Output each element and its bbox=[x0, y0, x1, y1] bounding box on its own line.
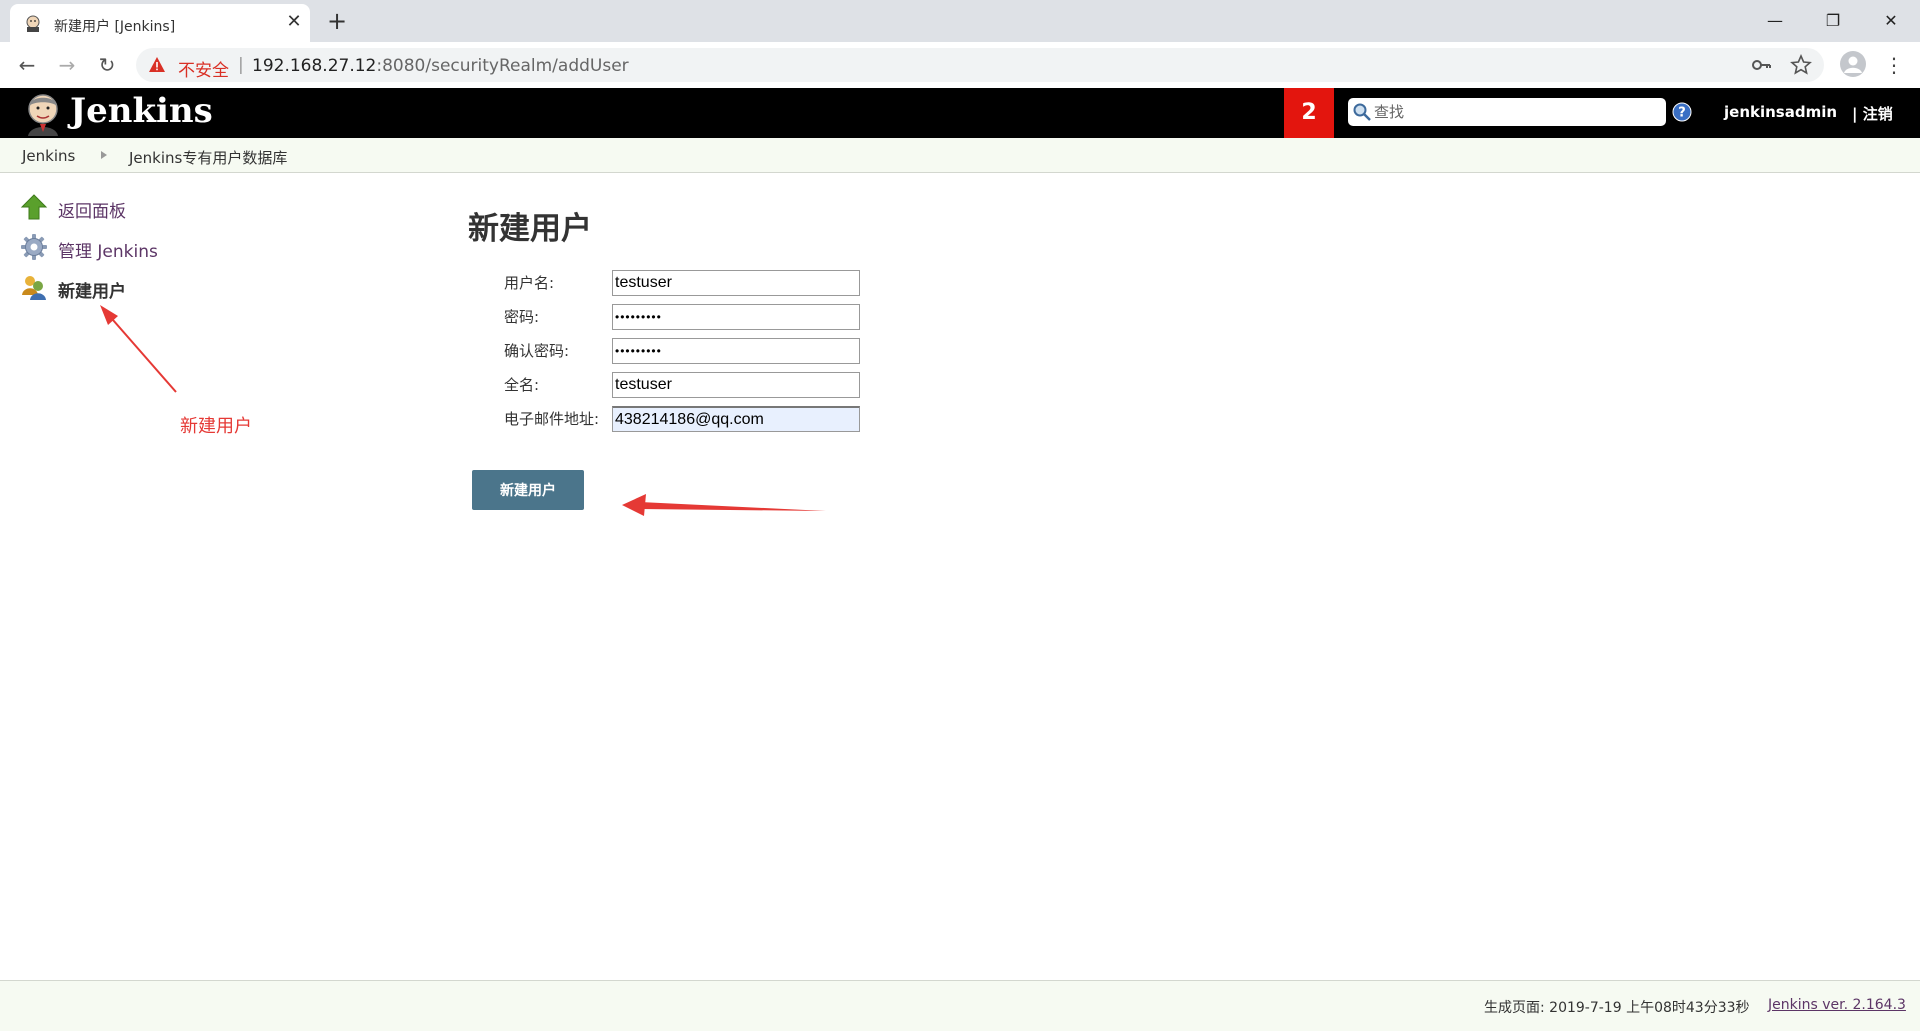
browser-tab[interactable]: 新建用户 [Jenkins] ✕ bbox=[10, 4, 310, 42]
annotation-label: 新建用户 bbox=[180, 416, 252, 437]
username-link[interactable]: jenkinsadmin bbox=[1724, 103, 1837, 121]
breadcrumb-jenkins[interactable]: Jenkins bbox=[22, 147, 75, 165]
fullname-label: 全名: bbox=[504, 376, 540, 394]
minimize-button[interactable]: — bbox=[1752, 6, 1798, 36]
search-input[interactable] bbox=[1374, 100, 1658, 124]
url-separator: | bbox=[238, 55, 244, 75]
bookmark-star-icon[interactable] bbox=[1790, 54, 1812, 76]
svg-text:?: ? bbox=[1678, 106, 1686, 121]
logout-link[interactable]: | 注销 bbox=[1852, 103, 1893, 124]
password-field[interactable]: ••••••••• bbox=[612, 304, 860, 330]
email-field[interactable]: 438214186@qq.com bbox=[612, 406, 860, 432]
person-icon bbox=[1844, 56, 1862, 73]
gear-icon bbox=[21, 234, 47, 260]
url-host: 192.168.27.12 bbox=[252, 56, 377, 76]
sidebar-item-label[interactable]: 新建用户 bbox=[58, 277, 126, 302]
breadcrumb-user-db[interactable]: Jenkins专有用户数据库 bbox=[129, 147, 287, 168]
new-tab-button[interactable]: + bbox=[322, 6, 352, 36]
page-title: 新建用户 bbox=[468, 211, 592, 247]
fullname-field[interactable]: testuser bbox=[612, 372, 860, 398]
email-label: 电子邮件地址: bbox=[504, 410, 600, 428]
url-path: :8080/securityRealm/addUser bbox=[376, 56, 629, 76]
page-footer: 生成页面: 2019-7-19 上午08时43分33秒 Jenkins ver.… bbox=[0, 980, 1920, 1031]
tab-close-icon[interactable]: ✕ bbox=[282, 10, 306, 34]
sidebar-item-label[interactable]: 返回面板 bbox=[58, 197, 126, 222]
create-user-button[interactable]: 新建用户 bbox=[472, 470, 584, 510]
breadcrumb-chevron-icon[interactable] bbox=[101, 151, 107, 159]
key-icon[interactable] bbox=[1750, 54, 1772, 76]
jenkins-title[interactable]: Jenkins bbox=[70, 91, 213, 131]
address-bar[interactable]: 不安全 | 192.168.27.12:8080/securityRealm/a… bbox=[136, 48, 1824, 82]
browser-toolbar: ← → ↻ 不安全 | 192.168.27.12:8080/securityR… bbox=[0, 42, 1920, 88]
notification-badge[interactable]: 2 bbox=[1284, 88, 1334, 138]
warning-icon bbox=[149, 57, 165, 72]
search-box bbox=[1348, 98, 1666, 126]
search-icon bbox=[1353, 103, 1371, 121]
url-text[interactable]: 192.168.27.12:8080/securityRealm/addUser bbox=[252, 56, 629, 76]
annotation-arrow-button bbox=[622, 494, 826, 516]
maximize-button[interactable]: ❐ bbox=[1810, 6, 1856, 36]
password-label: 密码: bbox=[504, 308, 540, 326]
confirm-password-field[interactable]: ••••••••• bbox=[612, 338, 860, 364]
annotation-arrow-sidebar bbox=[100, 305, 177, 393]
window-close-button[interactable]: ✕ bbox=[1868, 6, 1914, 36]
browser-menu-button[interactable]: ⋮ bbox=[1882, 50, 1906, 80]
help-icon[interactable]: ? bbox=[1672, 102, 1692, 122]
sidebar-item-label[interactable]: 管理 Jenkins bbox=[58, 237, 158, 262]
back-button[interactable]: ← bbox=[12, 50, 42, 80]
browser-tabstrip: 新建用户 [Jenkins] ✕ + — ❐ ✕ bbox=[0, 0, 1920, 42]
users-icon bbox=[22, 276, 46, 300]
reload-button[interactable]: ↻ bbox=[92, 50, 122, 80]
profile-avatar[interactable] bbox=[1840, 51, 1866, 77]
username-field[interactable]: testuser bbox=[612, 270, 860, 296]
generated-timestamp: 生成页面: 2019-7-19 上午08时43分33秒 bbox=[1484, 1000, 1750, 1016]
jenkins-header: Jenkins 2 ? jenkinsadmin | 注销 bbox=[0, 88, 1920, 138]
username-label: 用户名: bbox=[504, 274, 555, 292]
breadcrumb: Jenkins Jenkins专有用户数据库 bbox=[0, 138, 1920, 173]
jenkins-favicon-icon bbox=[26, 15, 40, 32]
confirm-password-label: 确认密码: bbox=[504, 342, 570, 360]
up-arrow-icon bbox=[20, 194, 48, 220]
jenkins-logo-icon[interactable] bbox=[22, 92, 64, 136]
jenkins-version-link[interactable]: Jenkins ver. 2.164.3 bbox=[1768, 997, 1906, 1013]
insecure-label: 不安全 bbox=[178, 61, 229, 81]
forward-button[interactable]: → bbox=[52, 50, 82, 80]
tab-title: 新建用户 [Jenkins] bbox=[54, 19, 176, 35]
